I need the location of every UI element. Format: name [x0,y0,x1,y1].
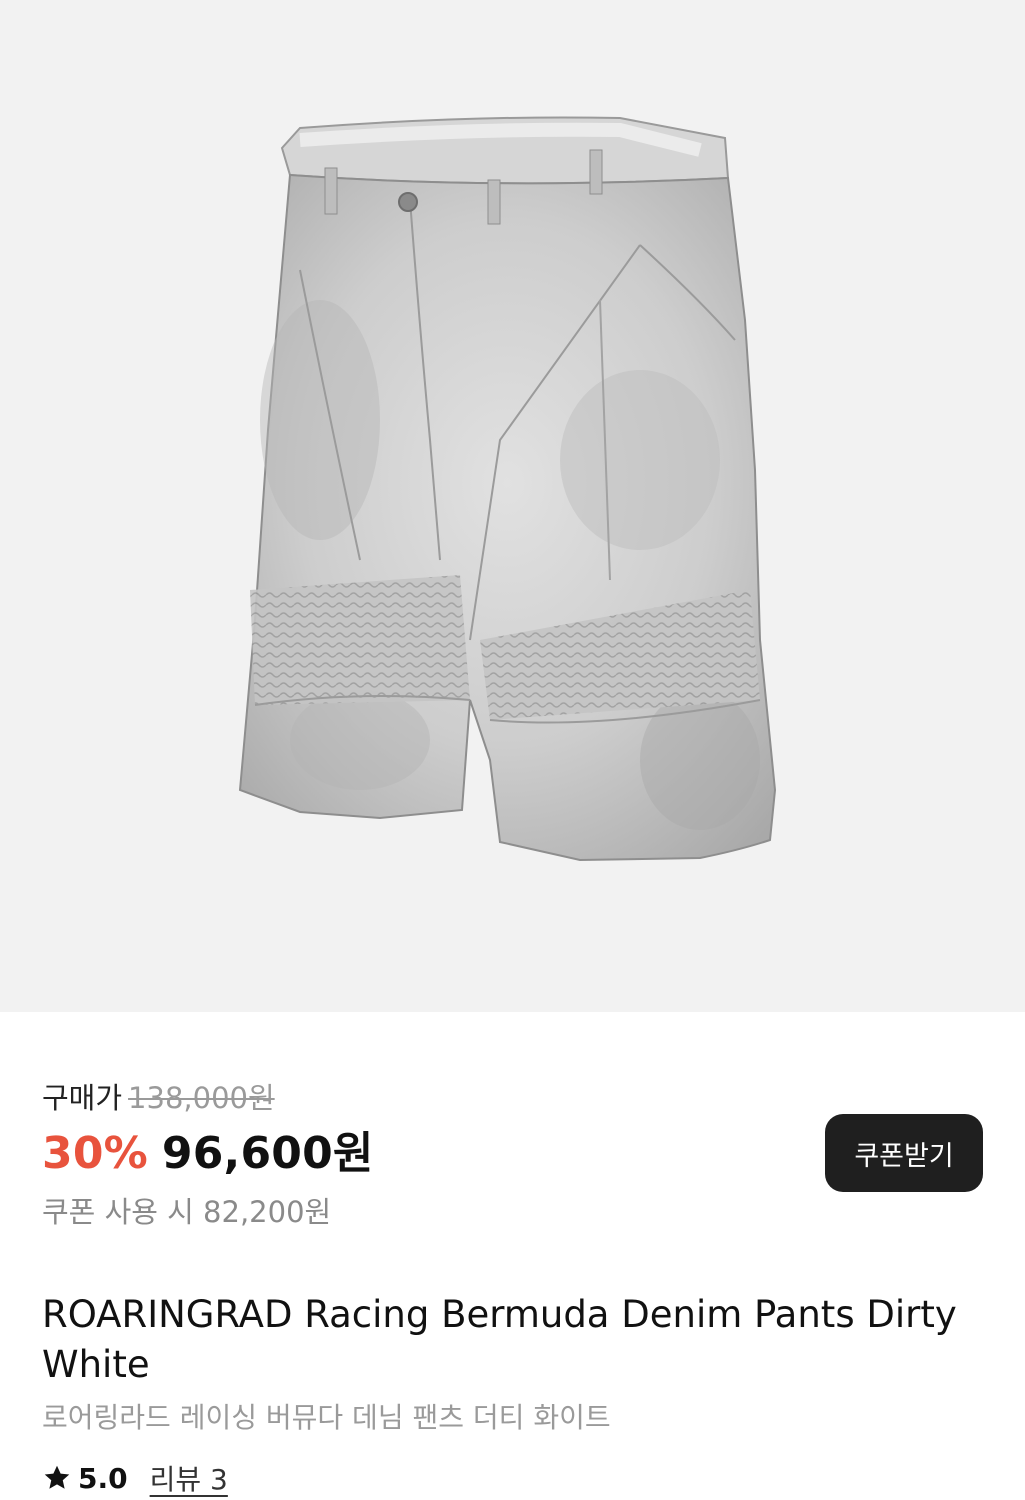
sale-price: 96,600원 [161,1128,374,1179]
sale-price-line: 30% 96,600원 [42,1126,374,1182]
product-subtitle: 로어링라드 레이싱 버뮤다 데님 팬츠 더티 화이트 [42,1401,611,1434]
product-info: 구매가 138,000원 30% 96,600원 쿠폰 사용 시 82,200원 쿠… [0,1012,1025,1500]
coupon-price-text: 쿠폰 사용 시 82,200원 [42,1195,332,1229]
purchase-price-label: 구매가 [42,1081,123,1115]
star-icon [44,1465,70,1489]
get-coupon-button[interactable]: 쿠폰받기 [825,1114,983,1192]
product-title: ROARINGRAD Racing Bermuda Denim Pants Di… [42,1293,957,1386]
discount-percent: 30% [42,1128,148,1179]
reviews-link[interactable]: 리뷰 3 [150,1458,228,1498]
purchase-price-line: 구매가 138,000원 [42,1078,275,1118]
product-image-area[interactable] [0,0,1025,1012]
rating-score: 5.0 [78,1461,128,1495]
original-price: 138,000원 [128,1081,275,1115]
rating-row: 5.0 리뷰 3 [42,1458,228,1498]
product-image [238,116,777,862]
